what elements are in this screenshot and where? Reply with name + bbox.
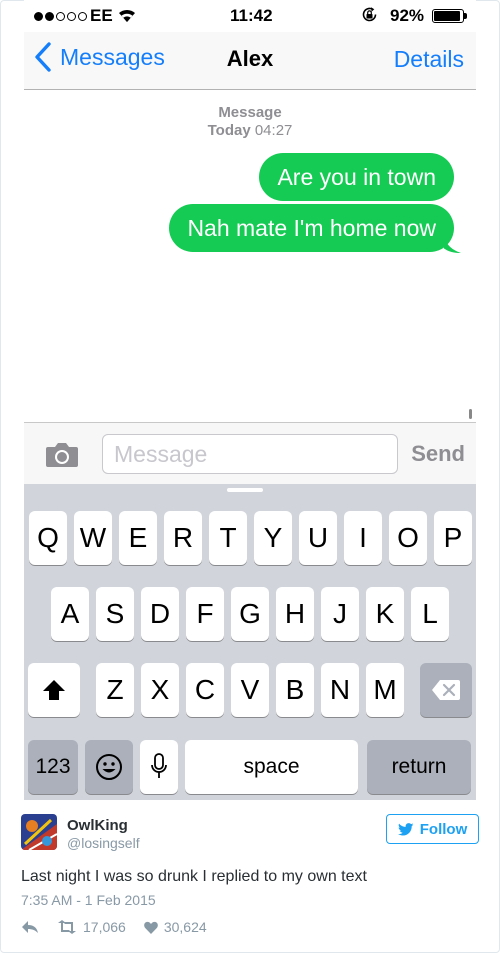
key-w[interactable]: W xyxy=(74,511,112,565)
retweet-button[interactable]: 17,066 xyxy=(57,919,126,935)
navigation-bar: Messages Alex Details xyxy=(24,32,476,90)
key-k[interactable]: K xyxy=(366,587,404,641)
key-i[interactable]: I xyxy=(344,511,382,565)
key-z[interactable]: Z xyxy=(96,663,134,717)
key-e[interactable]: E xyxy=(119,511,157,565)
dictation-key[interactable] xyxy=(140,740,178,794)
on-screen-keyboard: 123 space return QWERTYUIOP ASDFGHJKL ZXCV… xyxy=(24,484,476,800)
heart-icon xyxy=(144,921,158,934)
key-q[interactable]: Q xyxy=(29,511,67,565)
follow-label: Follow xyxy=(419,820,468,838)
key-l[interactable]: L xyxy=(411,587,449,641)
send-button[interactable]: Send xyxy=(411,441,465,467)
key-o[interactable]: O xyxy=(389,511,427,565)
key-f[interactable]: F xyxy=(186,587,224,641)
scroll-indicator xyxy=(469,409,472,419)
battery-percent: 92% xyxy=(390,6,425,25)
shift-arrow-icon xyxy=(43,680,65,700)
key-m[interactable]: M xyxy=(366,663,404,717)
twitter-bird-icon xyxy=(397,822,414,835)
key-d[interactable]: D xyxy=(141,587,179,641)
details-button[interactable]: Details xyxy=(394,46,464,73)
phone-screenshot: EE 11:42 92% Messages Alex Details Messa… xyxy=(24,0,476,800)
key-x[interactable]: X xyxy=(141,663,179,717)
message-input[interactable] xyxy=(102,434,398,474)
key-b[interactable]: B xyxy=(276,663,314,717)
retweet-icon xyxy=(58,920,76,934)
battery-level xyxy=(434,11,460,21)
tweet-timestamp[interactable]: 7:35 AM - 1 Feb 2015 xyxy=(21,892,156,908)
space-key[interactable]: space xyxy=(185,740,358,794)
key-t[interactable]: T xyxy=(209,511,247,565)
key-h[interactable]: H xyxy=(276,587,314,641)
thread-service-label: Message xyxy=(218,104,282,121)
rotation-lock-icon xyxy=(362,7,377,22)
emoji-key[interactable] xyxy=(85,740,133,794)
avatar-image xyxy=(21,814,57,850)
key-r[interactable]: R xyxy=(164,511,202,565)
reply-icon xyxy=(22,921,38,933)
numbers-key[interactable]: 123 xyxy=(28,740,78,794)
status-bar: EE 11:42 92% xyxy=(24,0,476,32)
carrier-name: EE xyxy=(90,6,113,25)
battery-icon xyxy=(432,9,464,23)
keyboard-grabber xyxy=(227,488,263,492)
wifi-icon xyxy=(119,9,135,22)
key-c[interactable]: C xyxy=(186,663,224,717)
shift-key[interactable] xyxy=(28,663,80,717)
key-j[interactable]: J xyxy=(321,587,359,641)
follow-button[interactable]: Follow xyxy=(386,814,479,844)
key-y[interactable]: Y xyxy=(254,511,292,565)
tweet-actions: 17,066 30,624 xyxy=(21,919,207,935)
message-bubble-outgoing[interactable]: Are you in town xyxy=(259,153,454,201)
message-thread: Message Today 04:27 Are you in town Nah … xyxy=(24,91,476,422)
key-p[interactable]: P xyxy=(434,511,472,565)
tweet-text: Last night I was so drunk I replied to m… xyxy=(21,868,367,885)
emoji-icon xyxy=(96,754,122,780)
retweet-count: 17,066 xyxy=(83,919,126,935)
tweet: OwlKing @losingself Follow Last night I … xyxy=(0,800,500,953)
key-a[interactable]: A xyxy=(51,587,89,641)
thread-timestamp: Today 04:27 xyxy=(207,122,293,139)
signal-strength-icon xyxy=(34,12,87,21)
camera-icon[interactable] xyxy=(45,442,79,468)
key-n[interactable]: N xyxy=(321,663,359,717)
microphone-icon xyxy=(151,753,167,778)
avatar[interactable] xyxy=(21,814,57,850)
key-v[interactable]: V xyxy=(231,663,269,717)
backspace-icon xyxy=(432,680,460,700)
status-time: 11:42 xyxy=(230,6,273,25)
like-count: 30,624 xyxy=(163,919,207,935)
bubble-tail xyxy=(444,235,461,253)
key-g[interactable]: G xyxy=(231,587,269,641)
reply-button[interactable] xyxy=(21,920,39,934)
key-u[interactable]: U xyxy=(299,511,337,565)
return-key[interactable]: return xyxy=(367,740,471,794)
like-button[interactable]: 30,624 xyxy=(144,919,207,935)
key-s[interactable]: S xyxy=(96,587,134,641)
message-composer: Send xyxy=(24,422,476,484)
tweet-author-name[interactable]: OwlKing xyxy=(67,817,128,834)
tweet-author-handle[interactable]: @losingself xyxy=(67,835,140,851)
delete-key[interactable] xyxy=(420,663,472,717)
message-bubble-outgoing[interactable]: Nah mate I'm home now xyxy=(169,204,454,252)
